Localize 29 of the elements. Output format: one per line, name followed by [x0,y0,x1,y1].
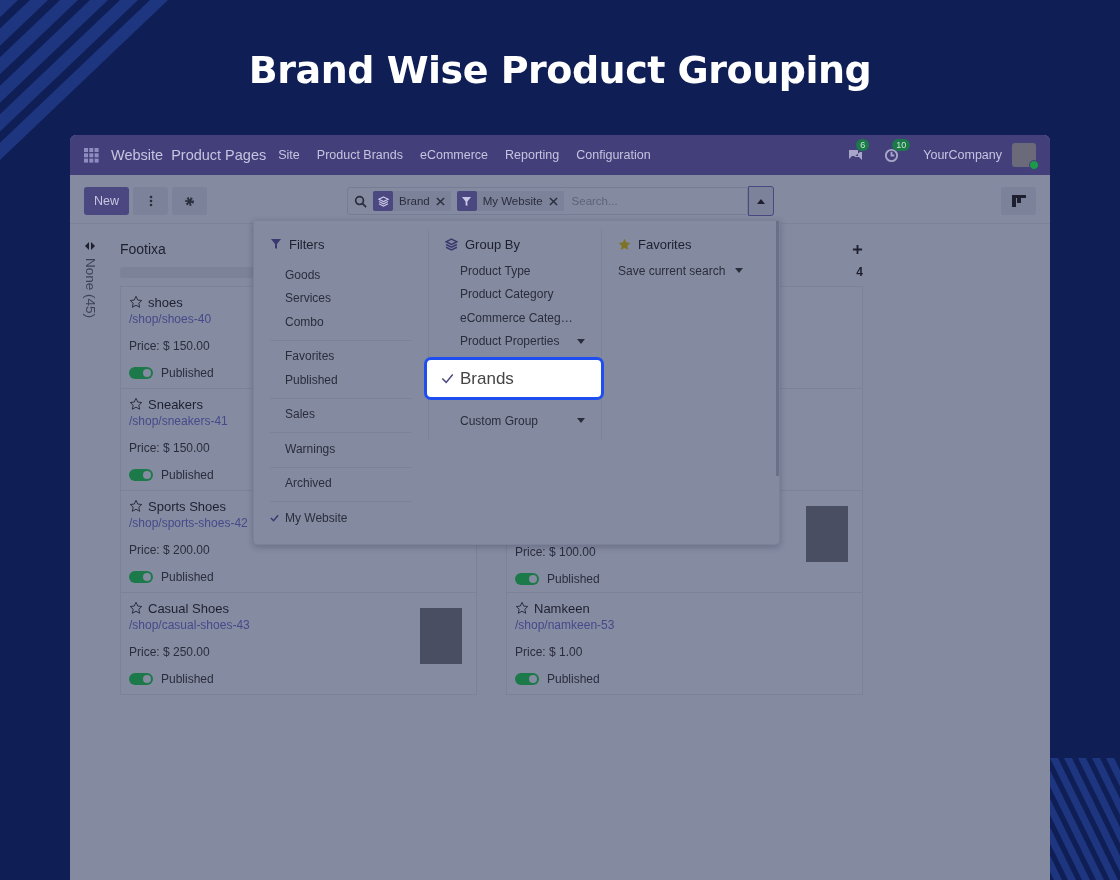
product-name: shoes [148,294,183,310]
product-url: /shop/sports-shoes-42 [129,516,248,530]
status-label: Published [161,366,214,380]
product-url: /shop/shoes-40 [129,312,212,326]
message-count-badge: 6 [856,139,870,151]
column-title: Footixa [120,241,166,257]
product-url: /shop/namkeen-53 [515,618,615,632]
product-price: Price: $ 150.00 [129,339,210,353]
status-label: Published [547,572,600,586]
status-label: Published [161,570,214,584]
product-price: Price: $ 200.00 [129,543,210,557]
product-name: Casual Shoes [148,600,229,616]
group-by-heading: Group By [465,236,520,252]
status-label: Published [161,468,214,482]
filters-heading: Filters [289,236,325,252]
activity-count-badge: 10 [892,138,911,151]
product-price: Price: $ 150.00 [129,441,210,455]
product-name: Sports Shoes [148,498,227,514]
status-label: Published [161,672,214,686]
product-price: Price: $ 1.00 [515,645,583,659]
product-url: /shop/casual-shoes-43 [129,618,250,632]
product-name: Namkeen [534,600,590,616]
status-label: Published [547,672,600,686]
product-url: /shop/sneakers-41 [129,414,228,428]
product-price: Price: $ 100.00 [515,545,596,559]
column-count: 4 [856,265,863,279]
product-name: Sneakers [148,396,203,412]
favorites-heading: Favorites [638,236,692,252]
product-price: Price: $ 250.00 [129,645,210,659]
